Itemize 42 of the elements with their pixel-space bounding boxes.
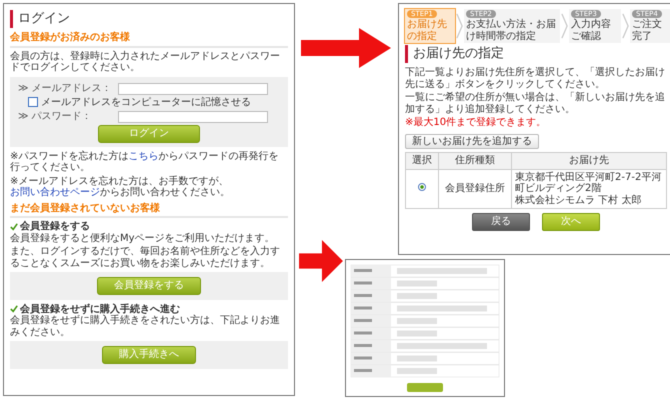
note-text: ※最大10件まで登録できます。 — [405, 117, 548, 129]
instruction-text: 一覧にご希望の住所が無い場合は、「新しいお届け先を追加する」より追加登録してください。 — [405, 92, 666, 116]
email-field[interactable] — [118, 82, 268, 94]
address-line: 株式会社シモムラ 下村 太郎 — [515, 194, 642, 206]
address-line: 東京都千代田区平河町2-7-2平河町ビルディング2階 — [515, 172, 662, 194]
page-title: お届け先の指定 — [405, 45, 667, 64]
page-title: ログイン — [10, 10, 288, 28]
column-header: 選択 — [406, 152, 438, 170]
step-label: ご注文完了 — [632, 19, 663, 42]
instruction-text: 下記一覧よりお届け先住所を選択して、「選択したお届け先に送る」ボタンをクリックしてください。 — [405, 67, 666, 90]
checkbox-label: メールアドレスをコンピューターに記憶させる — [41, 96, 251, 108]
intro-text: 会員の方は、登録時に入力されたメールアドレスとパスワードでログインしてください。 — [10, 50, 281, 74]
radio-button[interactable] — [418, 183, 426, 192]
column-header: お届け先 — [512, 152, 666, 170]
table-cell: 会員登録住所 — [438, 169, 512, 209]
check-icon — [10, 222, 18, 231]
option-heading: 会員登録をする — [20, 221, 90, 232]
section-heading: 会員登録がお済みのお客様 — [10, 32, 288, 48]
note-text: ※メールアドレスを忘れた方は、お手数ですが、 お問い合わせページからお問い合わせください。 — [10, 176, 231, 198]
field-label: ≫ パスワード： — [18, 111, 93, 123]
option-heading: 会員登録をせずに購入手続きへ進む — [20, 304, 180, 314]
field-label: ≫ メールアドレス： — [18, 82, 113, 94]
option-text: 会員登録をせずに購入手続きをされたい方は、下記よりお進みください。 — [10, 315, 281, 338]
chevron-icon — [622, 13, 629, 40]
option-text: 会員登録をすると便利なMyページをご利用いただけます。 — [10, 232, 276, 244]
note-text: ※パスワードを忘れた方はこちらからパスワードの再発行を行ってください。 — [10, 150, 280, 174]
link[interactable]: お問い合わせページ — [10, 187, 100, 198]
add-address-button[interactable]: 新しいお届け先を追加する — [405, 134, 539, 150]
option-text: また、ログインするだけで、毎回お名前や住所などを入力することなくスムーズにお買い物をお楽しみいただけます。 — [10, 246, 281, 269]
step-label: お届け先の指定 — [407, 19, 448, 42]
link[interactable]: こちら — [128, 150, 158, 162]
column-header: 住所種類 — [438, 152, 512, 170]
back-button[interactable]: 戻る — [472, 213, 530, 231]
section-heading: まだ会員登録されていないお客様 — [10, 202, 288, 218]
chevron-icon — [456, 13, 463, 40]
check-icon — [10, 305, 18, 314]
step-label: お支払い方法・お届け時間帯の指定 — [466, 19, 557, 42]
chevron-icon — [561, 13, 568, 40]
step-label: 入力内容ご確認 — [571, 19, 612, 42]
arrow — [299, 240, 343, 282]
password-field[interactable] — [118, 111, 268, 123]
checkbox[interactable] — [28, 97, 38, 108]
